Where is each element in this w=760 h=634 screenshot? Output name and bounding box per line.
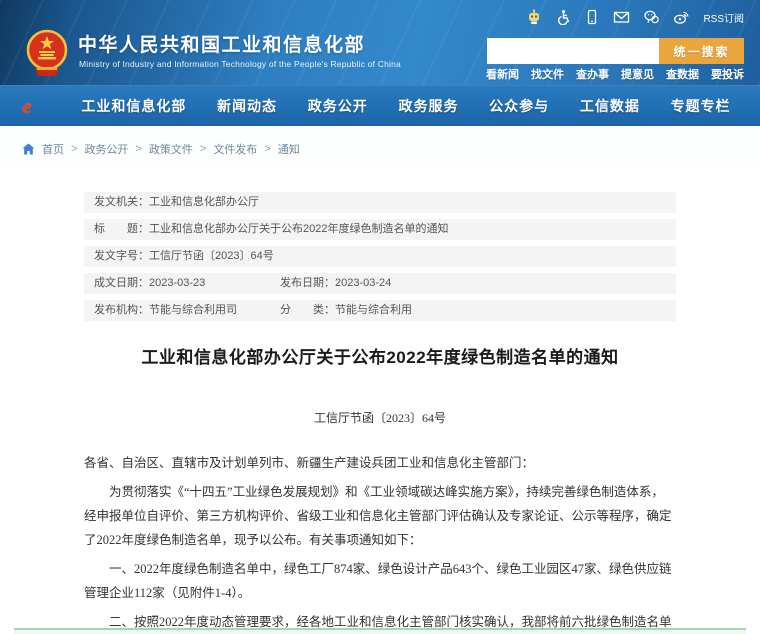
- ai-assistant-icon[interactable]: [526, 9, 542, 25]
- quick-link-suggest[interactable]: 提意见: [621, 66, 654, 82]
- quick-link-files[interactable]: 找文件: [531, 66, 564, 82]
- document-number: 工信厅节函〔2023〕64号: [0, 409, 760, 426]
- breadcrumb-notice[interactable]: 通知: [278, 141, 300, 157]
- breadcrumb-gov-open[interactable]: 政务公开: [84, 141, 128, 157]
- attachment-section-edge: [14, 628, 746, 634]
- meta-value: 工信厅节函〔2023〕64号: [149, 249, 274, 264]
- meta-label: 标 题：: [94, 222, 149, 237]
- meta-label: 成文日期：: [94, 276, 149, 291]
- search-button[interactable]: 统一搜索: [659, 38, 744, 64]
- search-box: 统一搜索: [487, 38, 744, 64]
- main-navbar: e 工业和信息化部 新闻动态 政务公开 政务服务 公众参与 工信数据 专题专栏: [0, 85, 760, 126]
- accessibility-icon[interactable]: [555, 9, 571, 25]
- paragraph-item-1: 一、2022年度绿色制造名单中，绿色工厂874家、绿色设计产品643个、绿色工业…: [84, 557, 676, 605]
- miit-e-logo-icon[interactable]: e: [16, 95, 38, 117]
- breadcrumb-separator: >: [200, 143, 206, 155]
- meta-label: 发布日期：: [280, 276, 335, 291]
- breadcrumb-policy-files[interactable]: 政策文件: [149, 141, 193, 157]
- quick-link-data[interactable]: 查数据: [666, 66, 699, 82]
- breadcrumb-separator: >: [135, 143, 141, 155]
- meta-value: 工业和信息化部办公厅关于公布2022年度绿色制造名单的通知: [149, 222, 448, 237]
- site-header: 中华人民共和国工业和信息化部 Ministry of Industry and …: [0, 0, 760, 85]
- meta-pair-publish-org: 发布机构： 节能与综合利用司: [94, 303, 280, 318]
- document-body: 各省、自治区、直辖市及计划单列市、新疆生产建设兵团工业和信息化主管部门： 为贯彻…: [84, 451, 676, 634]
- breadcrumb-file-release[interactable]: 文件发布: [213, 141, 257, 157]
- meta-pair-written-date: 成文日期： 2023-03-23: [94, 276, 280, 291]
- meta-label: 分 类：: [280, 303, 335, 318]
- breadcrumb-separator: >: [71, 143, 77, 155]
- meta-pair-publish-date: 发布日期： 2023-03-24: [280, 276, 391, 291]
- meta-value: 节能与综合利用: [335, 303, 412, 318]
- paragraph-intro: 为贯彻落实《“十四五”工业绿色发展规划》和《工业领域碳达峰实施方案》，持续完善绿…: [84, 480, 676, 552]
- nav-item-data[interactable]: 工信数据: [580, 96, 640, 116]
- site-subtitle: Ministry of Industry and Information Tec…: [79, 59, 401, 69]
- quick-links: 看新闻 找文件 查办事 提意见 查数据 要投诉: [486, 66, 744, 82]
- header-utility-icons: RSS订阅: [526, 9, 744, 25]
- breadcrumb-separator: >: [264, 143, 270, 155]
- wechat-icon[interactable]: [643, 9, 660, 25]
- meta-row-title: 标 题： 工业和信息化部办公厅关于公布2022年度绿色制造名单的通知: [84, 219, 676, 240]
- meta-pair-category: 分 类： 节能与综合利用: [280, 303, 412, 318]
- meta-row-org-category: 发布机构： 节能与综合利用司 分 类： 节能与综合利用: [84, 300, 676, 321]
- meta-row-dates: 成文日期： 2023-03-23 发布日期： 2023-03-24: [84, 273, 676, 294]
- meta-row-issuing-office: 发文机关： 工业和信息化部办公厅: [84, 192, 676, 213]
- page: 中华人民共和国工业和信息化部 Ministry of Industry and …: [0, 0, 760, 634]
- nav-item-topics[interactable]: 专题专栏: [671, 96, 731, 116]
- rss-subscribe-link[interactable]: RSS订阅: [703, 10, 744, 25]
- breadcrumb: 首页 > 政务公开 > 政策文件 > 文件发布 > 通知: [0, 126, 760, 166]
- meta-value: 节能与综合利用司: [149, 303, 237, 318]
- search-input[interactable]: [487, 38, 659, 64]
- document-title: 工业和信息化部办公厅关于公布2022年度绿色制造名单的通知: [0, 343, 760, 368]
- mobile-icon[interactable]: [584, 9, 600, 25]
- meta-row-doc-number: 发文字号： 工信厅节函〔2023〕64号: [84, 246, 676, 267]
- nav-item-gov-open[interactable]: 政务公开: [308, 96, 368, 116]
- nav-item-gov-service[interactable]: 政务服务: [398, 96, 458, 116]
- mail-icon[interactable]: [613, 9, 630, 25]
- meta-label: 发文字号：: [94, 249, 149, 264]
- salutation: 各省、自治区、直辖市及计划单列市、新疆生产建设兵团工业和信息化主管部门：: [84, 451, 676, 475]
- meta-value: 2023-03-23: [149, 276, 205, 291]
- nav-item-miit[interactable]: 工业和信息化部: [81, 96, 186, 116]
- quick-link-news[interactable]: 看新闻: [486, 66, 519, 82]
- meta-value: 工业和信息化部办公厅: [149, 195, 259, 210]
- meta-value: 2023-03-24: [335, 276, 391, 291]
- nav-items: 工业和信息化部 新闻动态 政务公开 政务服务 公众参与 工信数据 专题专栏: [66, 96, 746, 116]
- quick-link-services[interactable]: 查办事: [576, 66, 609, 82]
- nav-item-news[interactable]: 新闻动态: [217, 96, 277, 116]
- breadcrumb-home[interactable]: 首页: [42, 141, 64, 157]
- weibo-icon[interactable]: [673, 9, 690, 25]
- site-title: 中华人民共和国工业和信息化部: [78, 30, 365, 57]
- home-icon[interactable]: [22, 143, 35, 155]
- nav-item-participation[interactable]: 公众参与: [489, 96, 549, 116]
- national-emblem-icon: [25, 28, 69, 78]
- quick-link-complaint[interactable]: 要投诉: [711, 66, 744, 82]
- meta-label: 发文机关：: [94, 195, 149, 210]
- meta-label: 发布机构：: [94, 303, 149, 318]
- document-meta-table: 发文机关： 工业和信息化部办公厅 标 题： 工业和信息化部办公厅关于公布2022…: [84, 192, 676, 321]
